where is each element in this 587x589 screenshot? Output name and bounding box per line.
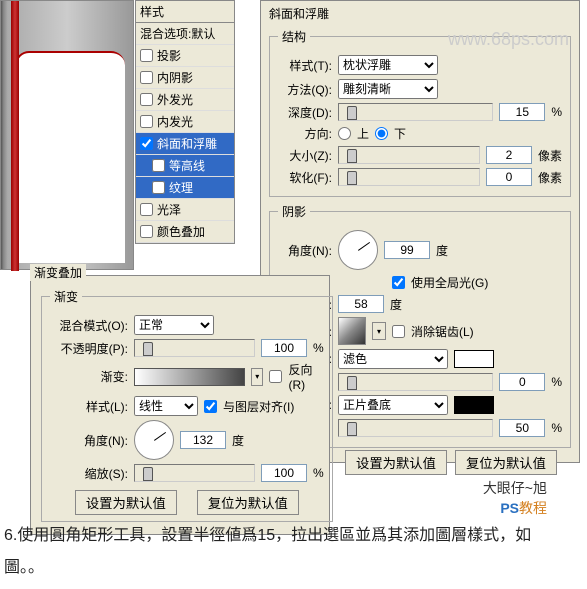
gstyle-select[interactable]: 线性: [134, 396, 198, 416]
cb-outer-glow[interactable]: [140, 93, 153, 106]
cb-inner-shadow[interactable]: [140, 71, 153, 84]
cb-satin[interactable]: [140, 203, 153, 216]
gstyle-label: 样式(L):: [50, 398, 128, 415]
style-outer-glow[interactable]: 外发光: [136, 89, 234, 111]
dir-up-radio[interactable]: [338, 127, 351, 140]
grad-label: 渐变:: [50, 368, 128, 385]
gangle-input[interactable]: [180, 431, 226, 449]
structure-legend: 结构: [278, 28, 310, 45]
align-cb[interactable]: [204, 400, 217, 413]
gradient-panel: 渐变 混合模式(O):正常 不透明度(P):% 渐变:▾反向(R) 样式(L):…: [30, 275, 330, 535]
gradient-arrow[interactable]: ▾: [251, 368, 263, 386]
tech-label: 方法(Q):: [278, 81, 332, 98]
global-light-cb[interactable]: [392, 276, 405, 289]
size-slider[interactable]: [338, 146, 480, 164]
style-label: 样式(T):: [278, 57, 332, 74]
instruction-text: 6.使用圓角矩形工具，設置半徑値爲15，拉出選區並爲其添加圖層樣式，如圖。。: [0, 520, 570, 584]
blend-options[interactable]: 混合选项:默认: [136, 23, 234, 45]
blend-mode-select[interactable]: 正常: [134, 315, 214, 335]
style-contour[interactable]: 等高线: [136, 155, 234, 177]
smode-select[interactable]: 正片叠底: [338, 395, 448, 415]
gradient-bar[interactable]: [134, 368, 245, 386]
blend-mode-label: 混合模式(O):: [50, 317, 128, 334]
depth-label: 深度(D):: [278, 104, 332, 121]
cb-inner-glow[interactable]: [140, 115, 153, 128]
opacity-label: 不透明度(P):: [50, 340, 128, 357]
soft-slider[interactable]: [338, 168, 480, 186]
gangle-control[interactable]: [134, 420, 174, 460]
gloss-arrow[interactable]: ▾: [372, 322, 386, 340]
set-default-button-2[interactable]: 设置为默认值: [345, 450, 447, 475]
structure-fieldset: 结构 样式(T):枕状浮雕 方法(Q):雕刻清晰 深度(D):% 方向:上下 大…: [269, 28, 571, 197]
size-label: 大小(Z):: [278, 147, 332, 164]
angle-control[interactable]: [338, 230, 378, 270]
gangle-label: 角度(N):: [50, 432, 128, 449]
hmode-select[interactable]: 滤色: [338, 349, 448, 369]
style-color-overlay[interactable]: 颜色叠加: [136, 221, 234, 243]
size-input[interactable]: [486, 146, 532, 164]
cb-bevel[interactable]: [140, 137, 153, 150]
angle-input[interactable]: [384, 241, 430, 259]
styles-header: 样式: [136, 1, 234, 23]
shadow-color[interactable]: [454, 396, 494, 414]
preview-thumbnail: [0, 0, 134, 270]
cb-drop-shadow[interactable]: [140, 49, 153, 62]
dir-down-radio[interactable]: [375, 127, 388, 140]
gradient-title: 渐变叠加: [30, 264, 86, 281]
style-texture[interactable]: 纹理: [136, 177, 234, 199]
style-select[interactable]: 枕状浮雕: [338, 55, 438, 75]
reverse-cb[interactable]: [269, 370, 282, 383]
watermark: www.68ps.com: [448, 29, 569, 50]
style-satin[interactable]: 光泽: [136, 199, 234, 221]
cb-contour[interactable]: [152, 159, 165, 172]
style-drop-shadow[interactable]: 投影: [136, 45, 234, 67]
angle-label: 角度(N):: [278, 242, 332, 259]
opacity-input[interactable]: [261, 339, 307, 357]
cb-texture[interactable]: [152, 181, 165, 194]
style-inner-glow[interactable]: 内发光: [136, 111, 234, 133]
scale-input[interactable]: [261, 464, 307, 482]
depth-slider[interactable]: [338, 103, 493, 121]
bottom-buttons: 设置为默认值 复位为默认值: [345, 450, 557, 475]
bevel-title: 斜面和浮雕: [269, 5, 571, 22]
altitude-input[interactable]: [338, 295, 384, 313]
cb-color-overlay[interactable]: [140, 225, 153, 238]
reset-default-button[interactable]: 复位为默认值: [197, 490, 299, 515]
scale-label: 缩放(S):: [50, 465, 128, 482]
opacity-slider[interactable]: [134, 339, 255, 357]
soft-label: 软化(F):: [278, 169, 332, 186]
scale-slider[interactable]: [134, 464, 255, 482]
dir-label: 方向:: [278, 125, 332, 142]
tech-select[interactable]: 雕刻清晰: [338, 79, 438, 99]
gradient-fieldset: 渐变 混合模式(O):正常 不透明度(P):% 渐变:▾反向(R) 样式(L):…: [41, 288, 333, 522]
styles-panel: 样式 混合选项:默认 投影 内阴影 外发光 内发光 斜面和浮雕 等高线 纹理 光…: [135, 0, 235, 244]
depth-input[interactable]: [499, 103, 545, 121]
style-inner-shadow[interactable]: 内阴影: [136, 67, 234, 89]
highlight-color[interactable]: [454, 350, 494, 368]
shading-legend: 阴影: [278, 203, 310, 220]
logo: 大眼仔~旭 PS教程: [483, 478, 547, 518]
sopacity-slider[interactable]: [338, 419, 493, 437]
soft-input[interactable]: [486, 168, 532, 186]
set-default-button[interactable]: 设置为默认值: [75, 490, 177, 515]
sopacity-input[interactable]: [499, 419, 545, 437]
hopacity-input[interactable]: [499, 373, 545, 391]
gradient-legend: 渐变: [50, 288, 82, 305]
antialias-cb[interactable]: [392, 325, 405, 338]
gloss-contour[interactable]: [338, 317, 366, 345]
style-bevel[interactable]: 斜面和浮雕: [136, 133, 234, 155]
reset-default-button-2[interactable]: 复位为默认值: [455, 450, 557, 475]
hopacity-slider[interactable]: [338, 373, 493, 391]
